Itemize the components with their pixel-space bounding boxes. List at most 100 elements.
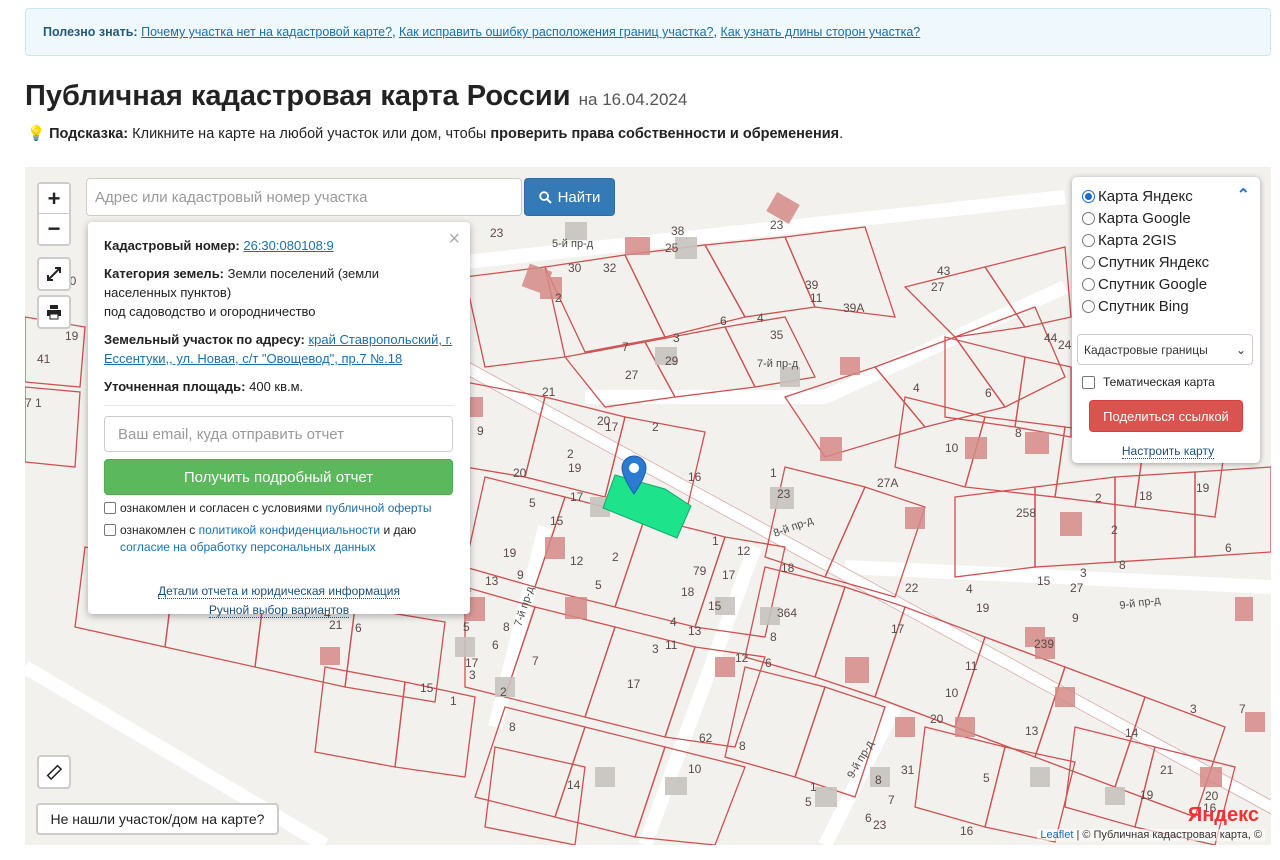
svg-text:364: 364	[777, 606, 797, 620]
not-found-plot-button[interactable]: Не нашли участок/дом на карте?	[36, 803, 279, 835]
zoom-out-button[interactable]: −	[39, 214, 69, 244]
svg-text:17: 17	[722, 568, 736, 582]
address-label: Земельный участок по адресу:	[104, 332, 305, 347]
share-link-button[interactable]: Поделиться ссылкой	[1089, 400, 1243, 432]
close-icon[interactable]: ×	[448, 228, 460, 251]
offer-agreement-checkbox[interactable]	[104, 502, 116, 514]
svg-text:5: 5	[463, 620, 470, 634]
svg-text:4: 4	[670, 615, 677, 629]
layer-option-bing-satellite[interactable]: Спутник Bing	[1082, 295, 1254, 317]
svg-text:9: 9	[477, 424, 484, 438]
print-button[interactable]	[37, 295, 71, 329]
fullscreen-button[interactable]	[37, 257, 71, 291]
zoom-in-button[interactable]: +	[39, 184, 69, 214]
svg-text:2: 2	[1095, 491, 1102, 505]
svg-text:29: 29	[665, 354, 679, 368]
layer-option-label: Спутник Яндекс	[1098, 253, 1210, 271]
svg-text:17: 17	[605, 420, 619, 434]
svg-text:16: 16	[688, 470, 702, 484]
area-value: 400 кв.м.	[249, 379, 304, 394]
divider	[104, 405, 454, 406]
email-field[interactable]	[104, 416, 453, 452]
radio[interactable]	[1082, 211, 1095, 225]
thematic-map-checkbox[interactable]	[1082, 375, 1095, 389]
layer-option-google-map[interactable]: Карта Google	[1082, 207, 1254, 229]
location-pin-icon[interactable]	[621, 455, 647, 495]
banner-link-side-lengths[interactable]: Как узнать длины сторон участка?	[720, 25, 920, 39]
svg-text:15: 15	[1037, 574, 1051, 588]
svg-text:31: 31	[901, 763, 915, 777]
layer-option-yandex-satellite[interactable]: Спутник Яндекс	[1082, 251, 1254, 273]
thematic-map-row[interactable]: Тематическая карта	[1082, 375, 1254, 389]
svg-text:7: 7	[1239, 702, 1246, 716]
layer-option-2gis-map[interactable]: Карта 2GIS	[1082, 229, 1254, 251]
svg-text:2: 2	[652, 420, 659, 434]
radio-selected[interactable]	[1082, 189, 1095, 203]
svg-text:1: 1	[712, 534, 719, 548]
svg-text:14: 14	[1125, 726, 1139, 740]
banner-link-fix-boundaries[interactable]: Как исправить ошибку расположения границ…	[399, 25, 713, 39]
lightbulb-icon: 💡	[27, 126, 46, 142]
svg-text:11: 11	[665, 638, 678, 652]
useful-info-banner: Полезно знать: Почему участка нет на кад…	[25, 8, 1271, 56]
overlay-select[interactable]: Кадастровые границы ⌄	[1077, 334, 1253, 365]
land-category-label: Категория земель:	[104, 266, 225, 281]
svg-text:8: 8	[1119, 558, 1126, 572]
svg-text:4: 4	[913, 381, 920, 395]
svg-text:2: 2	[567, 447, 574, 461]
svg-text:27: 27	[1070, 581, 1084, 595]
map-canvas[interactable]: 23 30 32 2 38 25 23 29 3 764 35 11 39 39А 43 27 44…	[25, 167, 1271, 845]
svg-text:13: 13	[485, 574, 499, 588]
radio[interactable]	[1082, 277, 1095, 291]
hint-line: 💡 Подсказка: Кликните на карте на любой …	[27, 125, 843, 142]
hint-bold: проверить права собственности и обремене…	[490, 126, 840, 142]
radio[interactable]	[1082, 255, 1095, 269]
svg-text:18: 18	[1139, 489, 1153, 503]
public-offer-link[interactable]: публичной оферты	[325, 501, 431, 515]
radio[interactable]	[1082, 233, 1095, 247]
report-details-link[interactable]: Детали отчета и юридическая информация	[158, 584, 400, 599]
popup-footer-links: Детали отчета и юридическая информация Р…	[104, 582, 454, 620]
svg-text:8: 8	[770, 630, 777, 644]
svg-text:25: 25	[665, 241, 679, 255]
configure-map-link[interactable]: Настроить карту	[1121, 444, 1215, 459]
svg-text:5: 5	[805, 795, 812, 809]
svg-text:6: 6	[720, 314, 727, 328]
privacy-policy-link[interactable]: политикой конфиденциальности	[199, 523, 380, 537]
layer-option-google-satellite[interactable]: Спутник Google	[1082, 273, 1254, 295]
get-report-button[interactable]: Получить подробный отчет	[104, 459, 453, 495]
leaflet-link[interactable]: Leaflet	[1040, 829, 1073, 841]
ruler-button[interactable]	[37, 755, 71, 789]
svg-text:39А: 39А	[843, 301, 864, 315]
svg-text:11: 11	[965, 659, 978, 673]
svg-text:8: 8	[1015, 426, 1022, 440]
chevron-up-icon[interactable]: ⌃	[1237, 185, 1250, 205]
personal-data-consent-link[interactable]: согласие на обработку персональных данны…	[120, 540, 376, 554]
svg-text:19: 19	[503, 546, 517, 560]
privacy-agreement-checkbox[interactable]	[104, 524, 116, 536]
svg-text:8: 8	[875, 773, 882, 787]
banner-link-missing-plot[interactable]: Почему участка нет на кадастровой карте?	[141, 25, 392, 39]
svg-text:15: 15	[420, 681, 434, 695]
configure-map-wrap: Настроить карту	[1082, 444, 1254, 459]
ruler-icon	[46, 764, 63, 781]
svg-text:27: 27	[625, 368, 639, 382]
search-button[interactable]: Найти	[524, 178, 615, 216]
printer-icon	[47, 305, 61, 320]
svg-text:17: 17	[627, 677, 641, 691]
svg-text:3: 3	[673, 331, 680, 345]
radio[interactable]	[1082, 299, 1095, 313]
offer-agreement-text: ознакомлен и согласен с условиями публич…	[120, 500, 431, 517]
svg-text:7 1: 7 1	[25, 396, 42, 410]
yandex-logo: Яндекс	[1187, 804, 1259, 826]
attribution-text: | © Публичная кадастровая карта, ©	[1076, 829, 1262, 841]
manual-selection-link[interactable]: Ручной выбор вариантов	[208, 603, 350, 618]
svg-text:18: 18	[781, 561, 795, 575]
address-search-input[interactable]	[86, 178, 522, 216]
banner-label: Полезно знать:	[43, 25, 138, 39]
svg-text:23: 23	[490, 226, 504, 240]
svg-text:15: 15	[708, 599, 722, 613]
svg-text:239: 239	[1034, 637, 1054, 651]
layer-option-yandex-map[interactable]: Карта Яндекс	[1082, 185, 1254, 207]
cadastral-number-link[interactable]: 26:30:080108:9	[243, 238, 333, 253]
